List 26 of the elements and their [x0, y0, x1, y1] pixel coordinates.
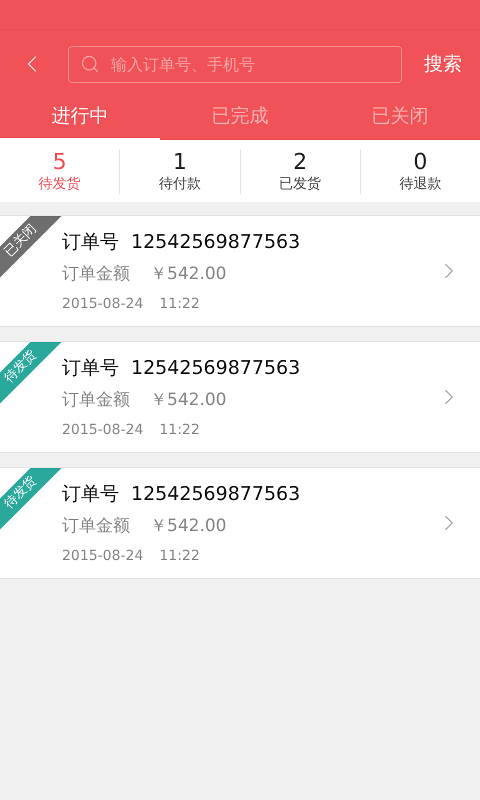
counter-tab[interactable]: 1 待付款 — [158, 148, 201, 194]
order-time: 11:22 — [159, 420, 200, 440]
order-card[interactable]: 待发货 订单号 12542569877563 订单金额 ￥542.00 2015-08-24 11:22 — [0, 341, 480, 453]
amount-label: 订单金额 — [62, 389, 130, 412]
order-date: 2015-08-24 — [62, 546, 144, 566]
order-time: 11:22 — [159, 546, 200, 566]
search-icon — [80, 54, 100, 74]
order-date: 2015-08-24 — [62, 420, 144, 440]
order-time: 11:22 — [159, 294, 200, 314]
order-number-label: 订单号 — [62, 482, 119, 506]
order-card[interactable]: 已关闭 订单号 12542569877563 订单金额 ￥542.00 2015-08-24 11:22 — [0, 215, 480, 327]
order-number: 12542569877563 — [131, 230, 300, 254]
amount-label: 订单金额 — [62, 515, 130, 538]
order-number-label: 订单号 — [62, 356, 119, 380]
search-field[interactable]: 输入订单号、手机号 — [68, 46, 402, 82]
order-card[interactable]: 待发货 订单号 12542569877563 订单金额 ￥542.00 2015-08-24 11:22 — [0, 467, 480, 579]
order-amount: ￥542.00 — [150, 515, 226, 538]
order-number-label: 订单号 — [62, 230, 119, 254]
order-number: 12542569877563 — [131, 482, 300, 506]
order-amount: ￥542.00 — [150, 263, 226, 286]
counter-tab[interactable]: 2 已发货 — [279, 148, 322, 194]
counter-tab[interactable]: 0 待退款 — [399, 148, 442, 194]
amount-label: 订单金额 — [62, 263, 130, 286]
order-number: 12542569877563 — [131, 356, 300, 380]
order-date: 2015-08-24 — [62, 294, 144, 314]
order-amount: ￥542.00 — [150, 389, 226, 412]
